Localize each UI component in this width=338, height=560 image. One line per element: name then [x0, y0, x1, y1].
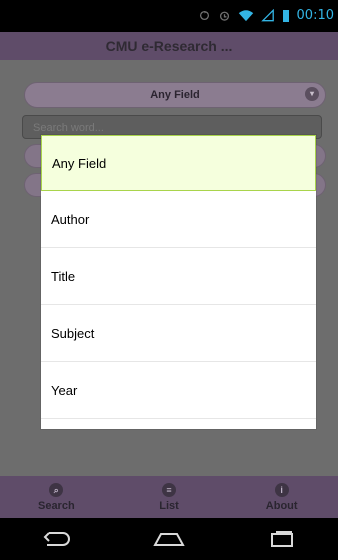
popup-item-label: Author — [51, 211, 90, 227]
recents-button[interactable] — [252, 524, 312, 554]
tab-label-search: Search — [37, 499, 75, 512]
popup-item-label: Year — [51, 382, 78, 398]
back-button[interactable] — [26, 524, 86, 554]
home-icon — [153, 533, 185, 546]
popup-item-any-field[interactable]: Any Field — [41, 135, 316, 191]
tab-label-about: About — [265, 499, 298, 512]
wifi-icon — [238, 9, 254, 22]
bottom-nav: ⌕ Search ≡ List i About — [0, 476, 338, 518]
tab-list[interactable]: ≡ List — [113, 476, 226, 518]
sync-icon — [198, 9, 211, 22]
popup-item-label: Title — [51, 268, 76, 284]
field-selector[interactable]: Any Field ▾ — [24, 82, 326, 108]
field-selector-label: Any Field — [150, 89, 200, 101]
search-icon: ⌕ — [49, 482, 64, 497]
android-navbar — [0, 518, 338, 560]
dropdown-icon: ▾ — [305, 87, 319, 101]
status-icons: 00:10 — [198, 8, 334, 23]
back-icon — [43, 532, 71, 546]
status-bar: 00:10 — [0, 0, 338, 32]
signal-icon — [260, 9, 275, 22]
list-icon: ≡ — [162, 482, 176, 497]
popup-item-label: Subject — [51, 325, 95, 341]
field-options-popup: Any Field Author Title Subject Year — [41, 135, 316, 429]
home-button[interactable] — [139, 524, 199, 554]
popup-item-author[interactable]: Author — [41, 191, 316, 248]
tab-search[interactable]: ⌕ Search — [0, 476, 113, 518]
tab-about[interactable]: i About — [225, 476, 338, 518]
info-icon: i — [274, 482, 289, 497]
battery-icon — [282, 9, 290, 23]
popup-item-subject[interactable]: Subject — [41, 305, 316, 362]
recents-icon — [270, 531, 293, 547]
tab-label-list: List — [159, 499, 179, 512]
search-content: Any Field ▾ Search word... Any Field Aut… — [0, 60, 338, 476]
popup-item-label: Any Field — [52, 155, 107, 171]
status-time: 00:10 — [296, 8, 334, 23]
app-title: CMU e-Research ... — [0, 32, 338, 60]
alarm-icon — [218, 9, 231, 22]
popup-item-title[interactable]: Title — [41, 248, 316, 305]
popup-item-year[interactable]: Year — [41, 362, 316, 419]
